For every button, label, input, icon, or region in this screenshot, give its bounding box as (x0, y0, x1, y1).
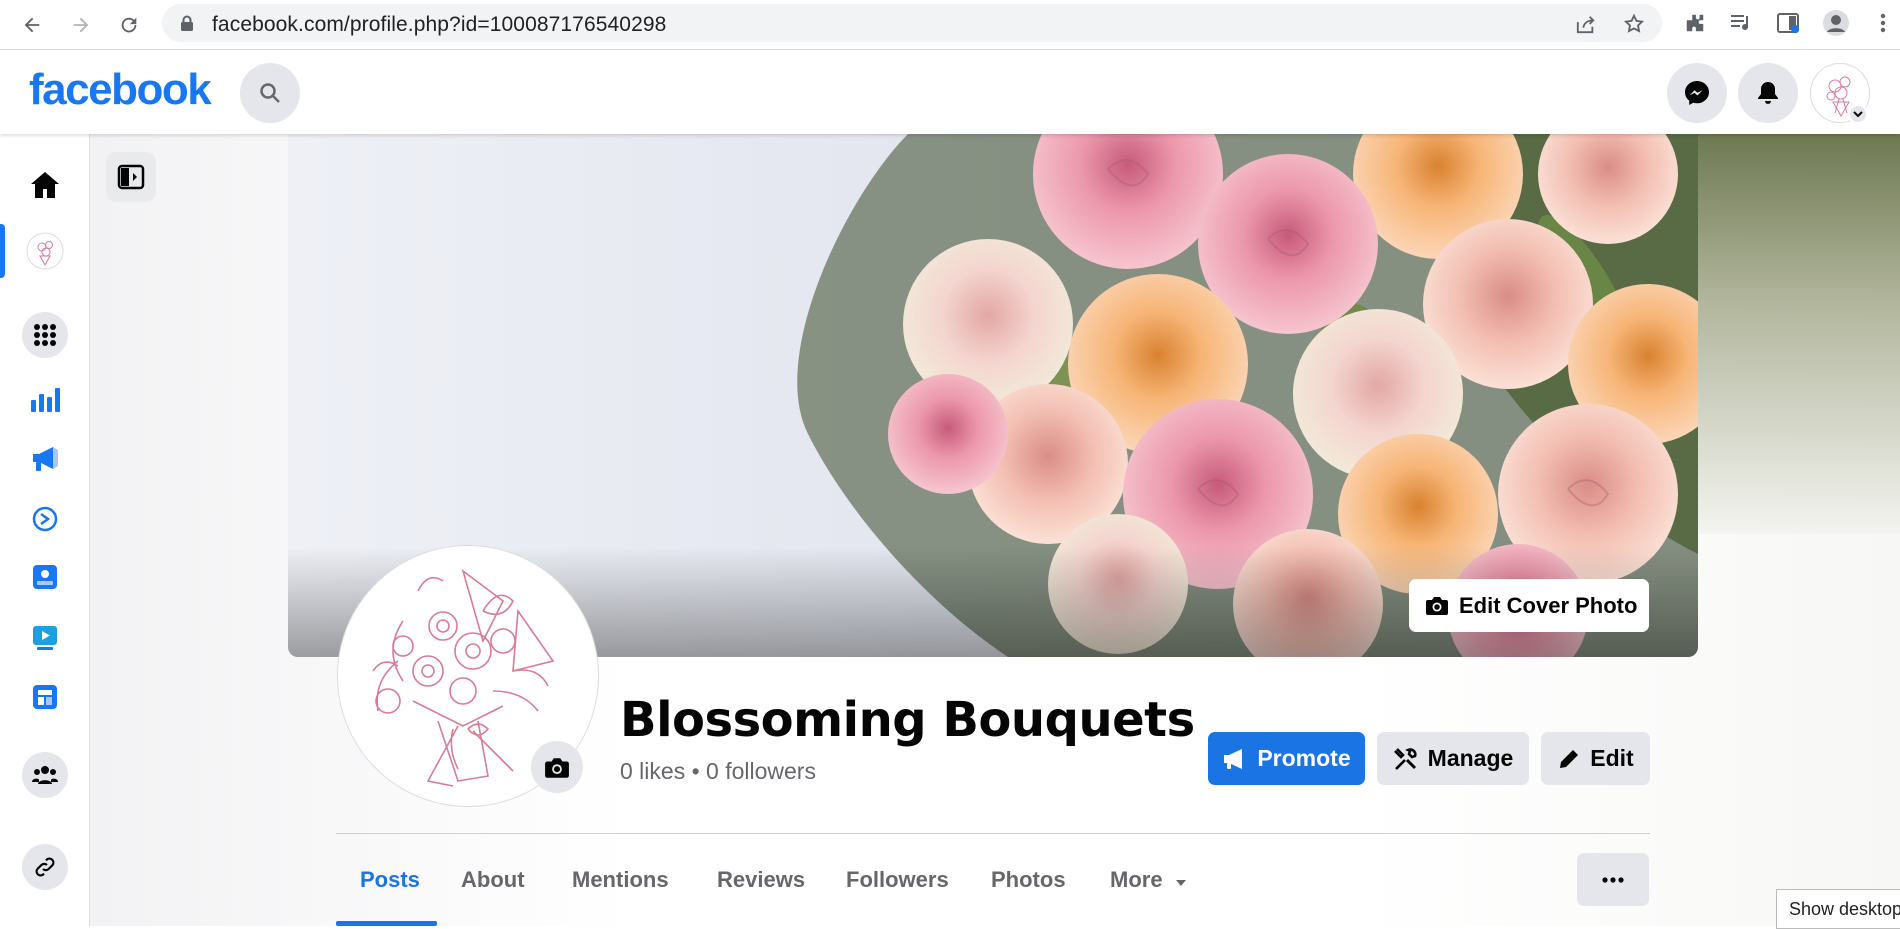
manage-label: Manage (1427, 745, 1514, 771)
ad-center-icon[interactable] (22, 436, 68, 482)
camera-icon (1426, 597, 1448, 615)
link-icon[interactable] (22, 844, 68, 890)
page-stats[interactable]: 0 likes • 0 followers (620, 758, 816, 785)
active-indicator (0, 224, 5, 278)
address-bar[interactable]: facebook.com/profile.php?id=100087176540… (162, 4, 1662, 42)
profile-icon[interactable] (1823, 10, 1849, 36)
manage-button[interactable]: Manage (1377, 732, 1529, 785)
bell-icon (1758, 82, 1778, 104)
facebook-header: facebook (0, 51, 1900, 134)
page-avatar-icon[interactable] (22, 228, 68, 274)
tab-photos[interactable]: Photos (991, 867, 1066, 893)
sidebar-toggle-icon (117, 164, 145, 190)
messenger-icon (1685, 81, 1709, 105)
megaphone-icon (1224, 748, 1243, 769)
tab-about[interactable]: About (461, 867, 525, 893)
camera-icon (545, 757, 569, 778)
search-button[interactable] (240, 63, 300, 123)
side-panel-icon[interactable] (1775, 10, 1801, 36)
creator-studio-icon[interactable] (22, 554, 68, 600)
back-icon[interactable] (15, 8, 49, 42)
tab-followers[interactable]: Followers (846, 867, 949, 893)
edit-label: Edit (1590, 745, 1634, 771)
search-icon (260, 83, 280, 103)
edit-cover-label: Edit Cover Photo (1459, 592, 1638, 618)
menu-grid-icon[interactable] (22, 312, 68, 358)
share-icon[interactable] (1574, 12, 1598, 36)
bookmark-star-icon[interactable] (1622, 12, 1646, 36)
left-nav-rail (0, 134, 90, 926)
page-title: Blossoming Bouquets (620, 692, 1195, 748)
groups-icon[interactable] (22, 752, 68, 798)
media-queue-icon[interactable] (1728, 10, 1754, 36)
reload-icon[interactable] (112, 8, 146, 42)
more-options-button[interactable] (1577, 853, 1649, 906)
tab-posts[interactable]: Posts (360, 867, 420, 893)
promote-button[interactable]: Promote (1208, 732, 1365, 785)
home-icon[interactable] (22, 162, 68, 208)
pages-manager-icon[interactable] (22, 674, 68, 720)
extensions-icon[interactable] (1682, 10, 1708, 36)
edit-button[interactable]: Edit (1541, 732, 1650, 785)
collapse-sidebar-button[interactable] (106, 152, 156, 202)
video-icon[interactable] (22, 614, 68, 660)
lock-icon (180, 15, 194, 37)
notifications-button[interactable] (1738, 63, 1798, 123)
account-menu-chevron-icon[interactable] (1848, 104, 1868, 124)
browser-toolbar: facebook.com/profile.php?id=100087176540… (0, 0, 1900, 50)
update-profile-picture-button[interactable] (531, 741, 583, 793)
forward-icon[interactable] (64, 8, 98, 42)
insights-icon[interactable] (22, 376, 68, 422)
promote-label: Promote (1257, 745, 1351, 771)
tab-more[interactable]: More (1110, 867, 1187, 893)
edit-cover-photo-button[interactable]: Edit Cover Photo (1409, 579, 1649, 632)
tab-mentions[interactable]: Mentions (572, 867, 669, 893)
url-text: facebook.com/profile.php?id=100087176540… (212, 13, 667, 36)
facebook-logo[interactable]: facebook (29, 65, 212, 115)
active-tab-indicator (336, 921, 437, 926)
messenger-button[interactable] (1667, 63, 1727, 123)
browser-menu-icon[interactable] (1870, 10, 1896, 36)
profile-divider (336, 833, 1650, 834)
tab-reviews[interactable]: Reviews (717, 867, 805, 893)
pencil-icon (1560, 749, 1579, 768)
tools-icon (1393, 747, 1417, 770)
ellipsis-icon (1602, 876, 1624, 883)
tab-more-label: More (1110, 867, 1163, 892)
cover-extension-bg (1697, 134, 1900, 534)
show-desktop-tooltip: Show desktop (1776, 889, 1900, 929)
caret-down-icon (1175, 880, 1186, 886)
meta-business-icon[interactable] (22, 496, 68, 542)
